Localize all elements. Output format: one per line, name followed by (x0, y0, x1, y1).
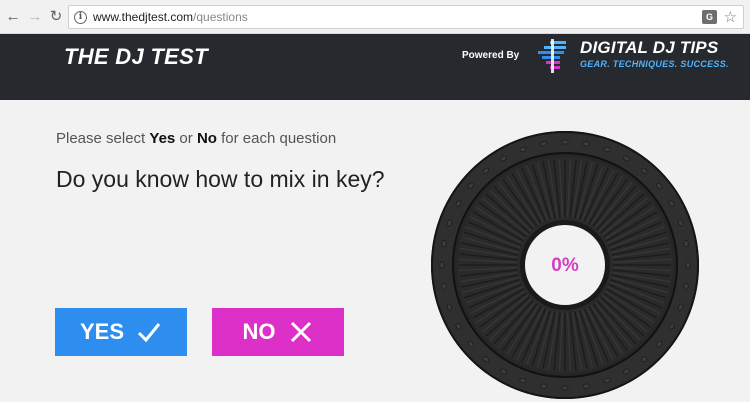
instruction-suffix: for each question (216, 130, 337, 147)
instruction-no: No (196, 130, 217, 147)
reload-icon[interactable]: ↻ (47, 7, 65, 27)
instruction-text: Please select Yes or No for each questio… (56, 130, 336, 147)
brand-tagline: GEAR. TECHNIQUES. SUCCESS. (580, 59, 729, 69)
url-text[interactable]: www.thedjtest.com/questions (93, 10, 248, 24)
instruction-prefix: Please select (56, 130, 150, 147)
no-button-label: NO (242, 319, 276, 344)
url-host: www.thedjtest.com (93, 10, 194, 24)
site-header: THE DJ TEST Powered By DIGITAL DJ TIPS G… (0, 34, 750, 100)
info-icon[interactable]: i (74, 11, 87, 24)
back-arrow-icon[interactable]: ← (4, 7, 22, 27)
star-icon[interactable]: ☆ (724, 8, 737, 26)
progress-percentage: 0% (551, 255, 579, 276)
yes-button[interactable]: YES (55, 308, 187, 356)
digital-dj-tips-logo-icon[interactable] (536, 39, 570, 73)
checkmark-icon (137, 323, 161, 343)
address-bar[interactable]: i www.thedjtest.com/questions G ☆ (68, 5, 744, 29)
yes-button-label: YES (79, 319, 125, 344)
brand-name[interactable]: DIGITAL DJ TIPS (580, 38, 718, 58)
forward-arrow-icon[interactable]: → (26, 7, 44, 27)
powered-by-label: Powered By (462, 50, 520, 61)
no-button[interactable]: NO (212, 308, 344, 356)
platter-dimple (561, 385, 569, 391)
url-path: /questions (193, 10, 248, 24)
question-text: Do you know how to mix in key? (56, 166, 385, 192)
cross-icon (290, 321, 311, 343)
platter-dimple (561, 139, 569, 145)
instruction-or: or (175, 130, 197, 147)
instruction-yes: Yes (149, 130, 176, 147)
site-title[interactable]: THE DJ TEST (64, 44, 208, 70)
translate-icon[interactable]: G (702, 10, 717, 24)
browser-toolbar: ← → ↻ i www.thedjtest.com/questions G ☆ (0, 0, 750, 34)
